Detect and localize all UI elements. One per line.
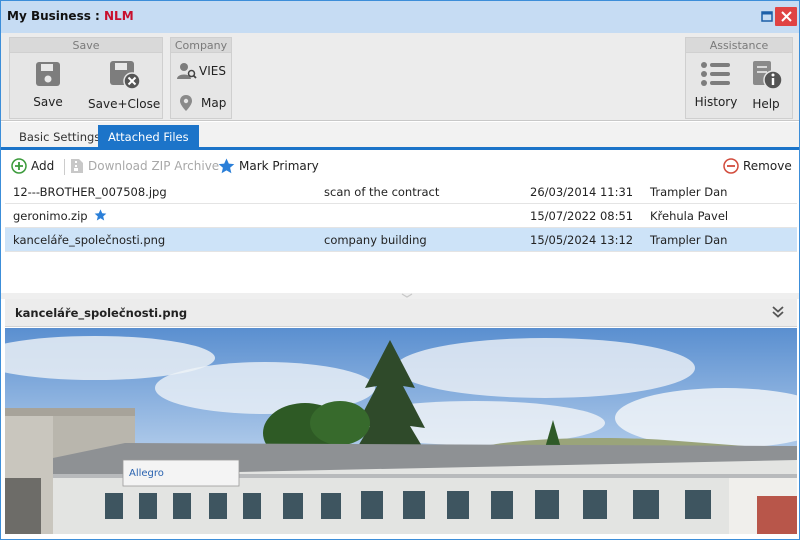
table-row[interactable]: 12---BROTHER_007508.jpg scan of the cont… — [5, 180, 797, 204]
file-name: kanceláře_společnosti.png — [13, 233, 166, 247]
file-date: 15/07/2022 08:51 — [530, 209, 634, 223]
collapse-preview-button[interactable] — [771, 305, 785, 322]
title-prefix: My Business : — [7, 9, 105, 23]
close-button[interactable] — [775, 7, 797, 26]
maximize-button[interactable] — [757, 7, 777, 26]
preview-title: kanceláře_společnosti.png — [15, 306, 188, 320]
file-name: 12---BROTHER_007508.jpg — [13, 185, 167, 199]
tab-basic-settings[interactable]: Basic Settings — [9, 125, 110, 150]
files-toolbar: Add Download ZIP Archive Mark Primary Re… — [1, 153, 799, 179]
floppy-close-icon — [110, 61, 141, 90]
file-user: Trampler Dan — [650, 233, 728, 247]
remove-label: Remove — [743, 159, 792, 173]
file-list: 12---BROTHER_007508.jpg scan of the cont… — [5, 180, 797, 293]
file-user: Křehula Pavel — [650, 209, 729, 223]
help-button[interactable]: Help — [744, 60, 788, 111]
add-button[interactable]: Add — [11, 158, 54, 174]
toolbar-separator — [64, 159, 65, 175]
remove-button[interactable]: Remove — [723, 158, 792, 174]
help-info-icon — [753, 61, 783, 90]
floppy-icon — [36, 62, 60, 86]
mark-primary-button[interactable]: Mark Primary — [218, 158, 319, 174]
save-close-button[interactable]: Save+Close — [88, 60, 161, 111]
file-name-cell: geronimo.zip — [13, 209, 107, 223]
history-label: History — [694, 95, 738, 109]
sign-text: Allegro — [129, 468, 164, 479]
table-row-selected[interactable]: kanceláře_společnosti.png company buildi… — [5, 228, 797, 252]
building-photo: Allegro — [5, 328, 797, 534]
star-icon — [218, 158, 235, 174]
person-search-icon — [177, 63, 197, 79]
image-preview: Allegro — [5, 328, 797, 534]
close-icon — [780, 11, 792, 22]
company-group: Company VIES Map — [170, 37, 232, 119]
file-date: 15/05/2024 13:12 — [530, 233, 634, 247]
tab-attached-files[interactable]: Attached Files — [98, 125, 199, 150]
app-window: My Business : NLM Save Save Save+Close C… — [0, 0, 800, 540]
save-group: Save Save Save+Close — [9, 37, 163, 119]
assistance-group: Assistance History Help — [685, 37, 793, 119]
history-list-icon — [701, 62, 730, 86]
history-button[interactable]: History — [692, 60, 740, 109]
assistance-group-header: Assistance — [686, 38, 792, 53]
tab-bar: Basic Settings Attached Files — [1, 122, 799, 150]
add-label: Add — [31, 159, 55, 173]
vies-label: VIES — [199, 64, 226, 78]
preview-header: kanceláře_společnosti.png — [5, 299, 797, 327]
save-group-header: Save — [10, 38, 162, 53]
double-chevron-down-icon — [772, 306, 784, 318]
file-description: company building — [324, 233, 427, 247]
file-name: geronimo.zip — [13, 209, 88, 223]
title-bar: My Business : NLM — [1, 1, 799, 33]
download-zip-label: Download ZIP Archive — [88, 159, 220, 173]
maximize-icon — [761, 11, 773, 22]
zip-file-icon — [71, 159, 83, 173]
file-date: 26/03/2014 11:31 — [530, 185, 634, 199]
save-button[interactable]: Save — [20, 60, 76, 109]
save-close-label: Save+Close — [88, 97, 161, 111]
mark-primary-label: Mark Primary — [239, 159, 319, 173]
company-group-header: Company — [171, 38, 231, 53]
file-description: scan of the contract — [324, 185, 440, 199]
minus-circle-icon — [723, 158, 739, 174]
file-user: Trampler Dan — [650, 185, 728, 199]
plus-circle-icon — [11, 158, 27, 174]
map-label: Map — [201, 96, 227, 110]
window-title: My Business : NLM — [7, 9, 134, 23]
ribbon: Save Save Save+Close Company VIES Map As… — [1, 33, 799, 121]
save-label: Save — [33, 95, 63, 109]
primary-star-icon — [94, 209, 107, 221]
map-pin-icon — [180, 95, 192, 111]
vies-button[interactable]: VIES — [177, 62, 226, 80]
map-button[interactable]: Map — [177, 94, 226, 112]
help-label: Help — [752, 97, 780, 111]
download-zip-button[interactable]: Download ZIP Archive — [70, 158, 219, 174]
title-brand: NLM — [104, 9, 134, 23]
table-row[interactable]: geronimo.zip 15/07/2022 08:51 Křehula Pa… — [5, 204, 797, 228]
